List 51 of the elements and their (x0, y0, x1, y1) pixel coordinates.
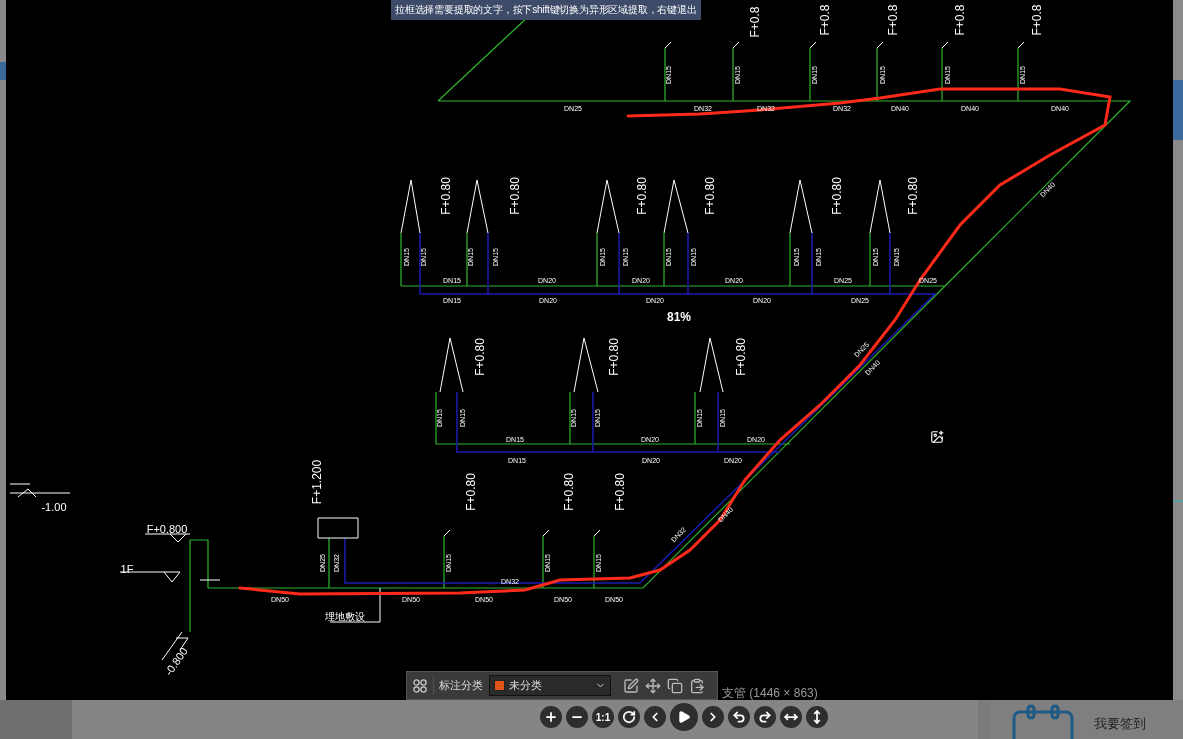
elevation-label: F+1.200 (310, 459, 325, 505)
zoom-level: 81% (667, 309, 692, 326)
play-icon (677, 710, 691, 724)
viewer-control-button[interactable] (702, 706, 724, 728)
viewer-control-button[interactable]: 1:1 (592, 706, 614, 728)
elevation-label: F+0.80 (473, 338, 488, 376)
elevation-label: F+0.80 (508, 177, 523, 215)
viewer-control-button[interactable] (618, 706, 640, 728)
paste-icon[interactable] (689, 677, 705, 694)
plus-icon (544, 710, 558, 724)
elevation-label: F+0.80 (607, 338, 622, 376)
elevation-label: 1F (120, 562, 134, 575)
elevation-label: F+0.80 (906, 177, 921, 215)
elevation-label: F+0.8 (818, 4, 833, 36)
viewer-control-button[interactable] (644, 706, 666, 728)
viewer-control-button[interactable] (670, 703, 698, 731)
move-icon[interactable] (645, 677, 661, 694)
grid-icon[interactable] (413, 678, 427, 693)
elevation-label: F+0.80 (635, 177, 650, 215)
note-label: 埋地敷设 (325, 610, 365, 622)
refresh-icon (622, 710, 636, 724)
elevation-label: F+0.8 (886, 4, 901, 36)
image-caption: 支管 (1446 × 863) (722, 685, 818, 702)
category-label: 标注分类 (433, 677, 483, 694)
viewer-control-button[interactable] (780, 706, 802, 728)
redo-arrow-icon (758, 710, 772, 724)
viewer-control-button[interactable] (806, 706, 828, 728)
elevation-label: F+0.8 (1030, 4, 1045, 36)
elevation-label: F+0.80 (734, 338, 749, 376)
elevation-label: F+0.80 (439, 177, 454, 215)
elevation-label: F+0.80 (464, 473, 479, 511)
elevation-label: F+0.8 (953, 4, 968, 36)
category-select[interactable]: 未分类 (489, 675, 611, 696)
elevation-label: F+0.800 (146, 522, 188, 535)
viewer-control-button[interactable] (728, 706, 750, 728)
viewer-control-button[interactable] (754, 706, 776, 728)
viewer-control-button[interactable] (566, 706, 588, 728)
viewer-control-button[interactable] (540, 706, 562, 728)
elevation-label: -1.00 (41, 500, 67, 513)
image-icon[interactable] (930, 430, 944, 444)
elevation-label: F+0.80 (703, 177, 718, 215)
checkin-label[interactable]: 我要签到 (1094, 704, 1146, 734)
copy-icon[interactable] (667, 677, 683, 694)
color-swatch-icon (494, 680, 505, 691)
elevation-label: F+0.80 (613, 473, 628, 511)
elevation-label: F+0.80 (562, 473, 577, 511)
elevation-label: F+0.80 (830, 177, 845, 215)
undo-arrow-icon (732, 710, 746, 724)
elevation-label: F+0.8 (748, 6, 763, 38)
hint-tooltip: 拉框选择需要提取的文字，按下shift键切换为异形区域提取，右键退出 (391, 0, 701, 20)
edit-icon[interactable] (623, 677, 639, 694)
